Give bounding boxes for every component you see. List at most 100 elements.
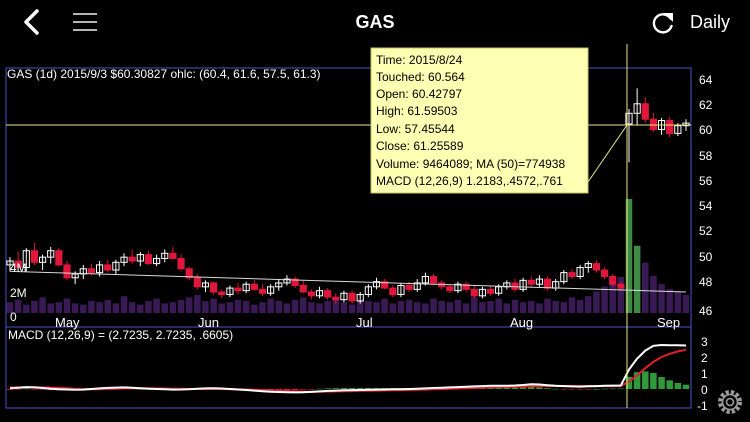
volume-bar: [88, 301, 95, 313]
macd-histogram-bar: [511, 387, 519, 389]
stock-chart[interactable]: GAS (1d) 2015/9/3 $60.30827 ohlc: (60.4,…: [0, 44, 750, 422]
volume-bar: [642, 262, 649, 313]
volume-bar: [430, 298, 437, 313]
volume-bar: [234, 299, 242, 313]
volume-bar: [519, 302, 527, 313]
macd-histogram-bar: [650, 373, 657, 389]
tooltip-close: Close: 61.25589: [376, 139, 464, 153]
volume-bar: [340, 302, 348, 313]
price-tick: 46: [699, 304, 713, 318]
candle-body: [87, 268, 96, 274]
candle-body: [250, 283, 258, 290]
volume-bar: [259, 302, 266, 313]
volume-bar: [560, 302, 568, 313]
refresh-button[interactable]: [650, 10, 676, 36]
candle-body: [405, 285, 413, 290]
volume-bar: [470, 297, 478, 313]
volume-bars: [6, 199, 690, 313]
gear-icon: [718, 390, 742, 414]
macd-histogram-bar: [544, 388, 551, 389]
refresh-icon: [652, 13, 673, 34]
tooltip-connector: [587, 124, 628, 183]
candle-body: [258, 288, 267, 294]
candle-body: [307, 291, 315, 297]
volume-bar: [405, 299, 413, 313]
macd-histogram-bar: [666, 380, 673, 389]
macd-tick: 0: [701, 383, 708, 397]
volume-bar: [650, 275, 657, 313]
volume-bar: [381, 298, 388, 313]
tooltip-volume: Volume: 9464089; MA (50)=774938: [376, 157, 565, 171]
volume-bar: [120, 296, 128, 313]
macd-histogram-bar: [682, 384, 690, 389]
volume-bar: [495, 298, 502, 313]
volume-bar: [674, 291, 682, 313]
volume-bar: [161, 303, 169, 313]
volume-tick: 2M: [10, 286, 27, 300]
volume-bar: [397, 301, 405, 313]
volume-bar: [446, 302, 454, 313]
candle-body: [169, 252, 177, 259]
candle-body: [324, 290, 332, 298]
volume-bar: [210, 298, 217, 313]
volume-bar: [80, 304, 87, 313]
volume-bar: [511, 299, 519, 313]
volume-bar: [389, 303, 397, 313]
volume-bar: [666, 289, 673, 313]
volume-bar: [438, 301, 445, 313]
candle-body: [210, 282, 218, 293]
candle-body: [609, 275, 617, 285]
macd-label: MACD (12,26,9) = (2.7235, 2.7235, .6605): [8, 328, 233, 342]
macd-histogram-bar: [576, 389, 584, 390]
candle-body: [30, 250, 39, 263]
volume-bar: [658, 284, 665, 313]
macd-histogram-bar: [308, 389, 315, 390]
candle-body: [511, 282, 519, 290]
volume-bar: [112, 303, 120, 313]
volume-bar: [145, 301, 152, 313]
macd-histogram-bar: [324, 388, 331, 389]
ohlc-tooltip: Time: 2015/8/24 Touched: 60.564 Open: 60…: [370, 47, 589, 194]
macd-tick: 2: [701, 351, 708, 365]
volume-bar: [373, 302, 380, 313]
candle-body: [234, 287, 242, 292]
tooltip-high: High: 61.59503: [376, 104, 458, 118]
macd-histogram-bar: [593, 389, 600, 390]
price-tick: 56: [699, 174, 713, 188]
macd-histogram-bar: [14, 389, 22, 390]
volume-bar: [536, 303, 543, 313]
chart-settings-button[interactable]: [718, 390, 742, 414]
macd-histogram-bar: [503, 387, 511, 389]
macd-histogram-bar: [291, 389, 299, 390]
volume-bar: [413, 302, 421, 313]
candle-body: [486, 288, 495, 294]
macd-histogram-bar: [609, 388, 616, 390]
candle-body: [193, 277, 201, 288]
volume-bar: [308, 302, 315, 313]
volume-bar: [39, 297, 46, 313]
macd-histogram-bar: [6, 389, 14, 390]
page-title: GAS: [355, 12, 395, 32]
candle-body: [641, 103, 649, 120]
volume-bar: [299, 297, 307, 313]
macd-signal-line: [10, 348, 687, 393]
volume-bar: [527, 301, 535, 313]
candle-body: [104, 264, 112, 271]
volume-tick: 0: [10, 310, 17, 324]
macd-histogram-bar: [356, 388, 364, 389]
interval-selector-button[interactable]: Daily: [690, 12, 730, 33]
volume-bar: [487, 301, 494, 313]
volume-bar: [251, 304, 258, 313]
volume-bar: [47, 303, 54, 313]
price-tick: 50: [699, 250, 713, 264]
macd-histogram-bar: [568, 389, 576, 390]
candle-body: [527, 279, 535, 285]
macd-histogram-bar: [642, 371, 649, 389]
volume-bar: [153, 298, 160, 313]
chart-info-line: GAS (1d) 2015/9/3 $60.30827 ohlc: (60.4,…: [7, 67, 321, 81]
volume-bar: [316, 303, 323, 313]
tooltip-touched: Touched: 60.564: [376, 70, 465, 84]
macd-histogram-bar: [332, 388, 340, 389]
volume-bar: [633, 245, 641, 313]
volume-bar: [218, 303, 226, 313]
